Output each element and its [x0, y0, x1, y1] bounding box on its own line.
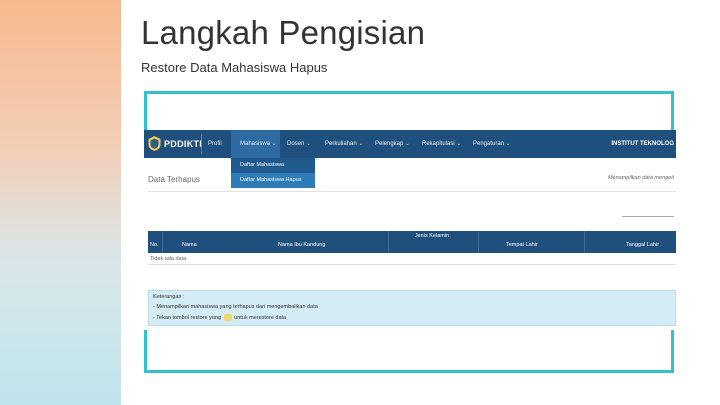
- info-title: Keterangan :: [153, 294, 185, 300]
- chevron-down-icon: ⌄: [506, 141, 511, 147]
- filter-input[interactable]: [622, 216, 674, 217]
- table-rule: [148, 264, 676, 265]
- menu-item-daftar-mahasiswa[interactable]: Daftar Mahasiswa: [231, 158, 315, 173]
- info-line-2-after: untuk merestore data: [234, 314, 287, 321]
- nav-item-rekapitulasi[interactable]: Rekapitulasi ⌄: [422, 130, 461, 158]
- column-header-jenis-kelamin: Jenis Kelamin: [414, 233, 450, 239]
- institution-name: INSTITUT TEKNOLOG: [611, 141, 674, 147]
- column-divider: [584, 231, 585, 253]
- nav-item-dosen[interactable]: Dosen ⌄: [287, 130, 311, 158]
- navbar: PDDIKTI Profil Mahasiswa ⌄ Dosen ⌄ Perkuli…: [144, 130, 676, 158]
- nav-item-pengaturan[interactable]: Pengaturan ⌄: [473, 130, 510, 158]
- column-divider: [162, 231, 163, 253]
- column-header-tanggal-lahir: Tanggal Lahir: [626, 242, 660, 248]
- column-header-no: No.: [150, 242, 159, 248]
- nav-label: Pelengkap: [375, 141, 404, 147]
- brand-name: PDDIKTI: [164, 138, 203, 149]
- side-gradient-bar: [0, 0, 121, 405]
- slide-subtitle: Restore Data Mahasiswa Hapus: [141, 60, 328, 75]
- pddikti-logo-icon: [148, 136, 161, 151]
- empty-table-message: Tidak ada data: [150, 256, 187, 262]
- nav-item-pelengkap[interactable]: Pelengkap ⌄: [375, 130, 410, 158]
- chevron-down-icon: ⌄: [456, 141, 461, 147]
- chevron-down-icon: ⌄: [272, 141, 277, 147]
- menu-item-daftar-mahasiswa-hapus[interactable]: Daftar Mahasiswa Hapus: [231, 173, 315, 188]
- column-header-tempat-lahir: Tempat Lahir: [506, 242, 538, 248]
- nav-label: Pengaturan: [473, 141, 505, 147]
- nav-label: Dosen: [287, 141, 305, 147]
- nav-item-perkuliahan[interactable]: Perkuliahan ⌄: [325, 130, 363, 158]
- mahasiswa-dropdown: Daftar Mahasiswa Daftar Mahasiswa Hapus: [231, 158, 315, 188]
- table-header: No. Nama Nama Ibu Kandung Jenis Kelamin …: [148, 231, 676, 253]
- brand[interactable]: PDDIKTI: [148, 136, 202, 151]
- chevron-down-icon: ⌄: [306, 141, 311, 147]
- info-line-1: - Menampilkan mahasiswa yang terhapus da…: [153, 304, 318, 310]
- slide-title: Langkah Pengisian: [141, 14, 426, 51]
- app-screenshot: PDDIKTI Profil Mahasiswa ⌄ Dosen ⌄ Perkuli…: [144, 130, 676, 330]
- nav-label: Mahasiswa: [240, 141, 271, 147]
- nav-label: Profil: [208, 141, 222, 147]
- page-title: Data Terhapus: [148, 175, 200, 184]
- chevron-down-icon: ⌄: [358, 141, 363, 147]
- nav-label: Rekapitulasi: [422, 141, 455, 147]
- info-line-2: - Tekan tombol restore yang untuk merest…: [153, 314, 286, 321]
- nav-label: Perkuliahan: [325, 141, 357, 147]
- info-box: Keterangan : - Menampilkan mahasiswa yan…: [148, 290, 676, 326]
- nav-item-mahasiswa[interactable]: Mahasiswa ⌄: [231, 130, 280, 158]
- nav-separator: [201, 134, 202, 154]
- restore-icon: [223, 314, 232, 321]
- divider: [148, 191, 676, 192]
- column-divider: [388, 231, 389, 253]
- chevron-down-icon: ⌄: [405, 141, 410, 147]
- info-line-2-before: - Tekan tombol restore yang: [153, 314, 222, 321]
- column-divider: [478, 231, 479, 253]
- view-info-link[interactable]: Menampilkan data mengeti: [608, 175, 674, 181]
- column-header-nama: Nama: [182, 242, 197, 248]
- nav-item-profil[interactable]: Profil: [208, 130, 222, 158]
- column-header-nama-ibu: Nama Ibu Kandung: [278, 242, 326, 248]
